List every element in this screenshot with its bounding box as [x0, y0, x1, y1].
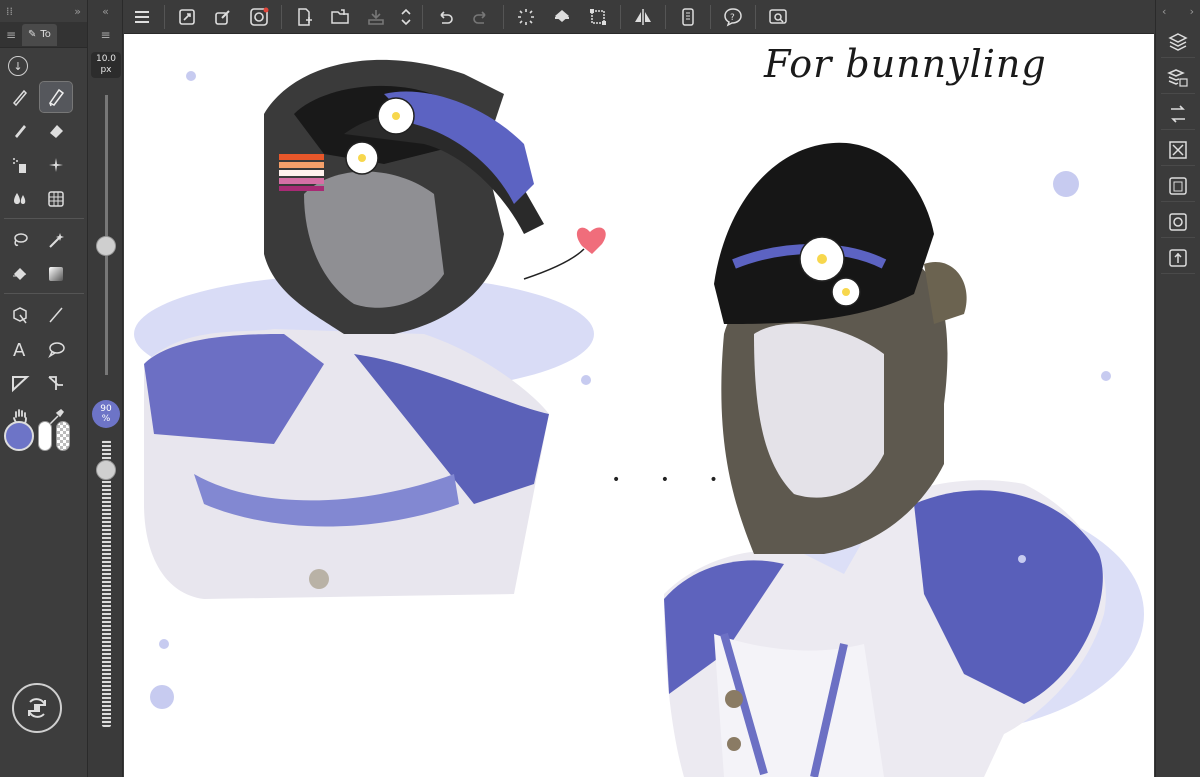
command-bar: ? [124, 0, 1154, 34]
ruler-tool-icon[interactable] [40, 368, 72, 398]
opacity-slider-knob[interactable] [96, 460, 116, 480]
expand-right-icon[interactable]: › [1190, 5, 1194, 18]
rotate-canvas-icon[interactable] [12, 683, 62, 733]
tool-panel-header: ⁞⁞ » [0, 0, 87, 22]
text-tool-icon[interactable]: A [4, 334, 36, 364]
grid-tool-icon[interactable] [40, 184, 72, 214]
layers-icon[interactable] [1161, 26, 1195, 58]
eraser-tool-icon[interactable] [40, 116, 72, 146]
svg-text:A: A [13, 340, 26, 359]
opacity-readout[interactable]: 90 % [92, 400, 120, 428]
pen-tab-icon: ✎ [28, 29, 37, 40]
transform-icon[interactable] [205, 0, 241, 34]
lasso-tool-icon[interactable] [4, 225, 36, 255]
sparkle-tool-icon[interactable] [40, 150, 72, 180]
main-color-swatch[interactable] [4, 421, 34, 451]
brush-size-panel: « ≡ 10.0 px 90 % [89, 0, 123, 777]
crop-icon[interactable] [580, 0, 616, 34]
balloon-tool-icon[interactable] [40, 334, 72, 364]
svg-text:?: ? [730, 13, 735, 23]
size-slider-track[interactable] [105, 95, 108, 375]
expand-panel-button[interactable]: » [74, 5, 81, 18]
drawing-canvas[interactable]: For bunnyling • • • [124, 34, 1154, 777]
blend-tool-icon[interactable] [4, 184, 36, 214]
help-icon[interactable]: ? [715, 0, 751, 34]
sub-color-swatch[interactable] [38, 421, 52, 451]
tool-tab[interactable]: ✎ To [22, 23, 57, 46]
material-icon[interactable] [1161, 134, 1195, 166]
open-folder-icon[interactable] [322, 0, 358, 34]
spray-tool-icon[interactable] [4, 150, 36, 180]
resize-icon[interactable] [169, 0, 205, 34]
magic-wand-tool-icon[interactable] [40, 225, 72, 255]
app-window: ⁞⁞ » ≡ ✎ To ↓ A « ≡ 10.0 px 90 % ? For b… [0, 0, 1200, 777]
flip-icon[interactable] [625, 0, 661, 34]
tool-tab-row: ≡ ✎ To [0, 22, 87, 48]
subtool-icon[interactable] [1161, 170, 1195, 202]
brush-size-readout[interactable]: 10.0 px [91, 52, 121, 78]
history-icon[interactable] [1161, 242, 1195, 274]
up-down-icon[interactable] [394, 0, 418, 34]
tool-menu-icon[interactable]: ≡ [0, 28, 22, 42]
search-icon[interactable] [760, 0, 796, 34]
tool-tab-label: To [40, 29, 51, 40]
layer-properties-icon[interactable] [1161, 62, 1195, 94]
undo-icon[interactable] [427, 0, 463, 34]
opacity-unit: % [101, 414, 111, 424]
brush-size-value: 10.0 [95, 54, 117, 64]
navigator-icon[interactable] [1161, 98, 1195, 130]
brush-size-unit: px [100, 65, 112, 75]
brush-tool-icon[interactable] [4, 116, 36, 146]
opacity-slider-track[interactable] [102, 440, 111, 727]
new-file-icon[interactable] [286, 0, 322, 34]
frame-tool-icon[interactable] [4, 368, 36, 398]
pen-tool-icon[interactable] [4, 82, 36, 112]
loading-icon[interactable] [508, 0, 544, 34]
fill-tool-icon[interactable] [4, 259, 36, 289]
color-selector [4, 421, 70, 451]
collapse-panel-button[interactable]: « [102, 5, 109, 18]
right-panel-header: ‹ › [1156, 0, 1200, 22]
size-menu-icon[interactable]: ≡ [89, 22, 122, 48]
fill-bucket-icon[interactable] [544, 0, 580, 34]
expand-left-icon[interactable]: ‹ [1162, 5, 1166, 18]
redo-icon[interactable] [463, 0, 499, 34]
right-panel: ‹ › [1155, 0, 1200, 777]
menu-icon[interactable] [124, 0, 160, 34]
phone-icon[interactable] [670, 0, 706, 34]
panel-grip-icon[interactable]: ⁞⁞ [6, 5, 13, 18]
right-figure-illustration [664, 142, 1144, 777]
object-tool-icon[interactable] [4, 300, 36, 330]
artwork [134, 59, 1144, 777]
gradient-tool-icon[interactable] [40, 259, 72, 289]
save-icon[interactable] [358, 0, 394, 34]
transparent-color-swatch[interactable] [56, 421, 70, 451]
size-slider-knob[interactable] [96, 236, 116, 256]
tool-grid: A [4, 81, 84, 436]
download-icon[interactable]: ↓ [8, 56, 28, 76]
marker-tool-icon[interactable] [39, 81, 73, 113]
spiral-icon[interactable] [241, 0, 277, 34]
line-tool-icon[interactable] [40, 300, 72, 330]
handwritten-dedication: For bunnyling [764, 42, 1047, 86]
size-panel-header: « [89, 0, 122, 22]
tool-panel: ⁞⁞ » ≡ ✎ To ↓ A [0, 0, 88, 777]
left-figure-illustration [134, 59, 606, 599]
color-icon[interactable] [1161, 206, 1195, 238]
ellipsis-dots: • • • [612, 472, 736, 488]
opacity-value: 90 [100, 404, 112, 414]
